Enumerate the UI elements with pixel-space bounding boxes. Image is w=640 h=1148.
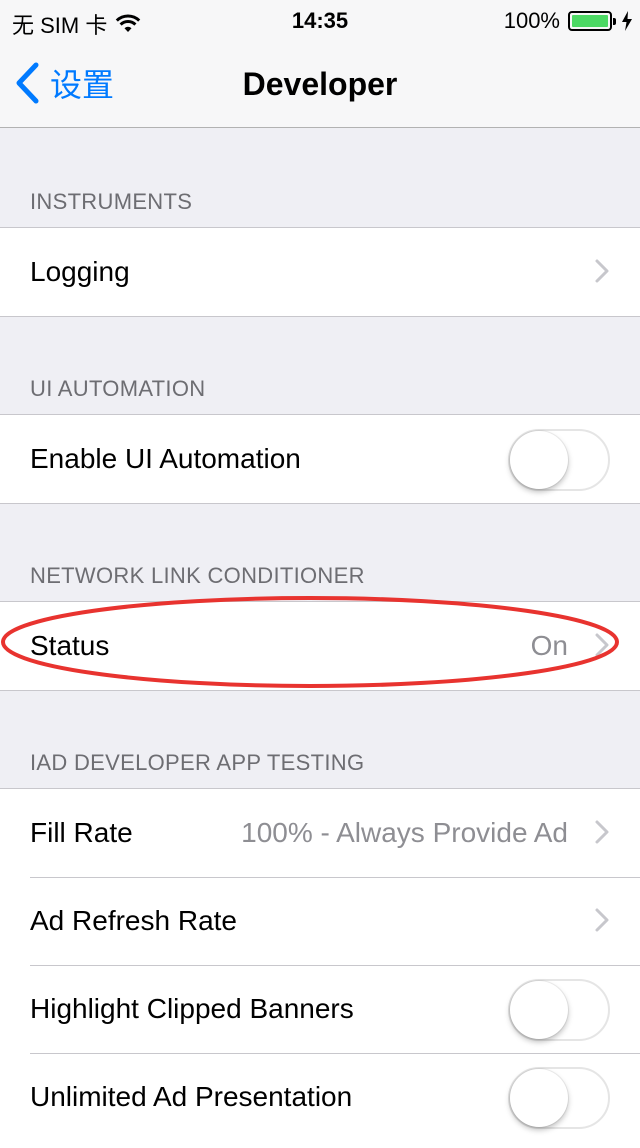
chevron-right-icon — [595, 633, 609, 657]
toggle-knob — [510, 1069, 568, 1127]
row-label: Enable UI Automation — [30, 443, 301, 474]
row-value: On — [530, 630, 568, 661]
row-ad-refresh-rate[interactable]: Ad Refresh Rate — [0, 877, 640, 965]
row-highlight-clipped-banners: Highlight Clipped Banners — [0, 965, 640, 1053]
row-label: Logging — [30, 256, 130, 287]
battery-icon — [568, 11, 616, 31]
section-header-iad: IAD DEVELOPER APP TESTING — [30, 750, 365, 775]
row-label: Fill Rate — [30, 817, 133, 848]
row-enable-ui-automation: Enable UI Automation — [0, 415, 640, 503]
toggle-knob — [510, 981, 568, 1039]
group-ui-automation: Enable UI Automation — [0, 414, 640, 504]
row-value: 100% - Always Provide Ad — [241, 817, 568, 848]
page-title: Developer — [242, 66, 398, 102]
section-header-instruments: INSTRUMENTS — [30, 189, 193, 214]
row-label: Ad Refresh Rate — [30, 905, 237, 936]
battery-info: 100% — [504, 8, 632, 34]
chevron-right-icon — [595, 908, 609, 932]
battery-nub — [613, 18, 616, 25]
toggle-knob — [510, 431, 568, 489]
row-label: Unlimited Ad Presentation — [30, 1081, 353, 1112]
group-iad: Fill Rate 100% - Always Provide Ad Ad Re… — [0, 788, 640, 1148]
battery-fill — [572, 15, 608, 27]
group-network-link: Status On — [0, 601, 640, 691]
highlight-clipped-banners-toggle[interactable] — [508, 979, 610, 1041]
enable-ui-automation-toggle[interactable] — [508, 429, 610, 491]
row-label: Highlight Clipped Banners — [30, 993, 354, 1024]
navigation-bar: 设置 Developer — [0, 40, 640, 128]
battery-percent: 100% — [503, 8, 560, 33]
row-label: Status — [30, 630, 110, 661]
status-bar: 无 SIM 卡 14:35 100% — [0, 0, 640, 40]
section-header-ui-automation: UI AUTOMATION — [30, 376, 206, 401]
charging-bolt-icon — [622, 11, 632, 31]
row-logging[interactable]: Logging — [0, 228, 640, 316]
group-instruments: Logging — [0, 227, 640, 317]
unlimited-ad-presentation-toggle[interactable] — [508, 1067, 610, 1129]
row-fill-rate[interactable]: Fill Rate 100% - Always Provide Ad — [0, 789, 640, 877]
chevron-right-icon — [595, 820, 609, 844]
section-header-network-link: NETWORK LINK CONDITIONER — [30, 563, 365, 588]
row-status[interactable]: Status On — [0, 602, 640, 690]
row-unlimited-ad-presentation: Unlimited Ad Presentation — [0, 1053, 640, 1141]
chevron-right-icon — [595, 259, 609, 283]
